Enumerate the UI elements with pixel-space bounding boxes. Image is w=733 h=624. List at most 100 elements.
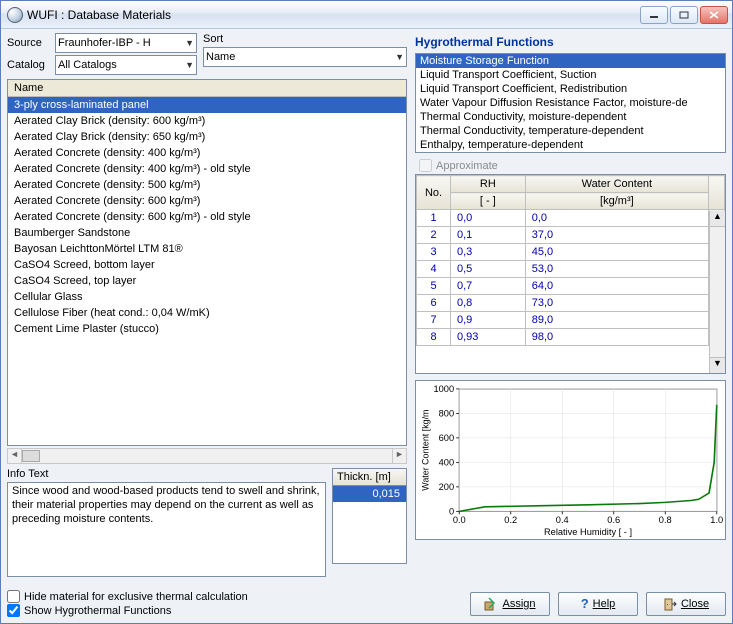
- table-row[interactable]: 4 0,5 53,0: [417, 261, 725, 278]
- svg-text:1.0: 1.0: [710, 515, 723, 525]
- material-row[interactable]: Cement Lime Plaster (stucco): [8, 321, 406, 337]
- svg-text:0.4: 0.4: [556, 515, 569, 525]
- col-rh-header: RH: [451, 176, 526, 193]
- material-row[interactable]: Cellulose Fiber (heat cond.: 0,04 W/mK): [8, 305, 406, 321]
- thickness-header: Thickn. [m]: [332, 468, 407, 486]
- material-row[interactable]: Cellular Glass: [8, 289, 406, 305]
- cell-wc[interactable]: 73,0: [525, 295, 708, 312]
- svg-text:0.6: 0.6: [607, 515, 620, 525]
- horizontal-scrollbar[interactable]: ◄ ►: [7, 448, 407, 464]
- table-row[interactable]: 1 0,0 0,0: [417, 210, 725, 227]
- cell-wc[interactable]: 37,0: [525, 227, 708, 244]
- cell-wc[interactable]: 64,0: [525, 278, 708, 295]
- function-row[interactable]: Moisture Storage Function: [416, 54, 725, 68]
- material-row[interactable]: Baumberger Sandstone: [8, 225, 406, 241]
- material-row[interactable]: Aerated Concrete (density: 400 kg/m³) - …: [8, 161, 406, 177]
- cell-rh[interactable]: 0,93: [451, 329, 526, 346]
- scroll-left-icon[interactable]: ◄: [8, 449, 22, 463]
- material-row[interactable]: Aerated Concrete (density: 500 kg/m³): [8, 177, 406, 193]
- show-functions-checkbox-row[interactable]: Show Hygrothermal Functions: [7, 604, 460, 617]
- close-window-button[interactable]: [700, 6, 728, 24]
- info-text-label: Info Text: [7, 468, 326, 480]
- cell-no: 3: [417, 244, 451, 261]
- table-row[interactable]: 2 0,1 37,0: [417, 227, 725, 244]
- source-label: Source: [7, 37, 51, 49]
- thickness-value[interactable]: 0,015: [333, 486, 406, 502]
- show-functions-label: Show Hygrothermal Functions: [24, 605, 171, 617]
- materials-list-header: Name: [8, 80, 406, 97]
- material-row[interactable]: Bayosan LeichttonMörtel LTM 81®: [8, 241, 406, 257]
- function-row[interactable]: Thermal Conductivity, moisture-dependent: [416, 110, 725, 124]
- cell-wc[interactable]: 0,0: [525, 210, 708, 227]
- show-functions-checkbox[interactable]: [7, 604, 20, 617]
- function-row[interactable]: Liquid Transport Coefficient, Suction: [416, 68, 725, 82]
- sort-value: Name: [206, 51, 235, 63]
- table-row[interactable]: 6 0,8 73,0: [417, 295, 725, 312]
- material-row[interactable]: CaSO4 Screed, top layer: [8, 273, 406, 289]
- material-row[interactable]: Aerated Concrete (density: 400 kg/m³): [8, 145, 406, 161]
- function-row[interactable]: Thermal Conductivity, temperature-depend…: [416, 124, 725, 138]
- functions-list[interactable]: Moisture Storage FunctionLiquid Transpor…: [415, 53, 726, 153]
- cell-wc[interactable]: 45,0: [525, 244, 708, 261]
- table-row[interactable]: 7 0,9 89,0: [417, 312, 725, 329]
- cell-wc[interactable]: 98,0: [525, 329, 708, 346]
- sort-select[interactable]: Name ▼: [203, 47, 407, 67]
- table-row[interactable]: 8 0,93 98,0: [417, 329, 725, 346]
- cell-rh[interactable]: 0,0: [451, 210, 526, 227]
- cell-wc[interactable]: 53,0: [525, 261, 708, 278]
- cell-rh[interactable]: 0,1: [451, 227, 526, 244]
- app-icon: [7, 7, 23, 23]
- cell-no: 7: [417, 312, 451, 329]
- hide-material-checkbox[interactable]: [7, 590, 20, 603]
- catalog-select[interactable]: All Catalogs ▼: [55, 55, 197, 75]
- hide-material-checkbox-row[interactable]: Hide material for exclusive thermal calc…: [7, 590, 460, 603]
- function-row[interactable]: Enthalpy, temperature-dependent: [416, 138, 725, 152]
- material-row[interactable]: Aerated Clay Brick (density: 650 kg/m³): [8, 129, 406, 145]
- cell-rh[interactable]: 0,5: [451, 261, 526, 278]
- help-button[interactable]: ? Help: [558, 592, 638, 616]
- materials-list[interactable]: Name 3-ply cross-laminated panelAerated …: [7, 79, 407, 446]
- col-rh-unit: [ - ]: [451, 193, 526, 210]
- table-row[interactable]: 5 0,7 64,0: [417, 278, 725, 295]
- cell-wc[interactable]: 89,0: [525, 312, 708, 329]
- dropdown-icon: ▼: [395, 52, 404, 62]
- function-row[interactable]: Liquid Transport Coefficient, Redistribu…: [416, 82, 725, 96]
- minimize-button[interactable]: [640, 6, 668, 24]
- function-row[interactable]: Water Vapour Diffusion Resistance Factor…: [416, 96, 725, 110]
- cell-no: 2: [417, 227, 451, 244]
- col-no-header: No.: [417, 176, 451, 210]
- cell-rh[interactable]: 0,7: [451, 278, 526, 295]
- cell-no: 8: [417, 329, 451, 346]
- cell-rh[interactable]: 0,3: [451, 244, 526, 261]
- cell-no: 5: [417, 278, 451, 295]
- dropdown-icon: ▼: [185, 38, 194, 48]
- scroll-thumb[interactable]: [22, 450, 40, 462]
- cell-rh[interactable]: 0,9: [451, 312, 526, 329]
- assign-button[interactable]: Assign: [470, 592, 550, 616]
- table-row[interactable]: 3 0,3 45,0: [417, 244, 725, 261]
- material-row[interactable]: Aerated Concrete (density: 600 kg/m³) - …: [8, 209, 406, 225]
- titlebar: WUFI : Database Materials: [1, 1, 732, 29]
- close-button[interactable]: Close: [646, 592, 726, 616]
- svg-text:0.0: 0.0: [453, 515, 466, 525]
- moisture-storage-table[interactable]: No. RH Water Content [ - ] [kg/m³] 1 0,0: [415, 174, 726, 374]
- table-vertical-scrollbar[interactable]: ▲ ▼: [709, 211, 725, 373]
- cell-rh[interactable]: 0,8: [451, 295, 526, 312]
- info-text-area[interactable]: Since wood and wood-based products tend …: [7, 482, 326, 577]
- svg-text:800: 800: [439, 409, 454, 419]
- window-title: WUFI : Database Materials: [27, 8, 640, 22]
- svg-text:400: 400: [439, 458, 454, 468]
- maximize-button[interactable]: [670, 6, 698, 24]
- thickness-list[interactable]: 0,015: [332, 486, 407, 564]
- material-row[interactable]: 3-ply cross-laminated panel: [8, 97, 406, 113]
- material-row[interactable]: CaSO4 Screed, bottom layer: [8, 257, 406, 273]
- scroll-up-icon[interactable]: ▲: [710, 211, 725, 227]
- source-select[interactable]: Fraunhofer-IBP - H ▼: [55, 33, 197, 53]
- help-button-label: Help: [593, 598, 616, 610]
- material-row[interactable]: Aerated Clay Brick (density: 600 kg/m³): [8, 113, 406, 129]
- scroll-right-icon[interactable]: ►: [392, 449, 406, 463]
- scroll-down-icon[interactable]: ▼: [710, 357, 725, 373]
- cell-no: 1: [417, 210, 451, 227]
- material-row[interactable]: Aerated Concrete (density: 600 kg/m³): [8, 193, 406, 209]
- hide-material-label: Hide material for exclusive thermal calc…: [24, 591, 248, 603]
